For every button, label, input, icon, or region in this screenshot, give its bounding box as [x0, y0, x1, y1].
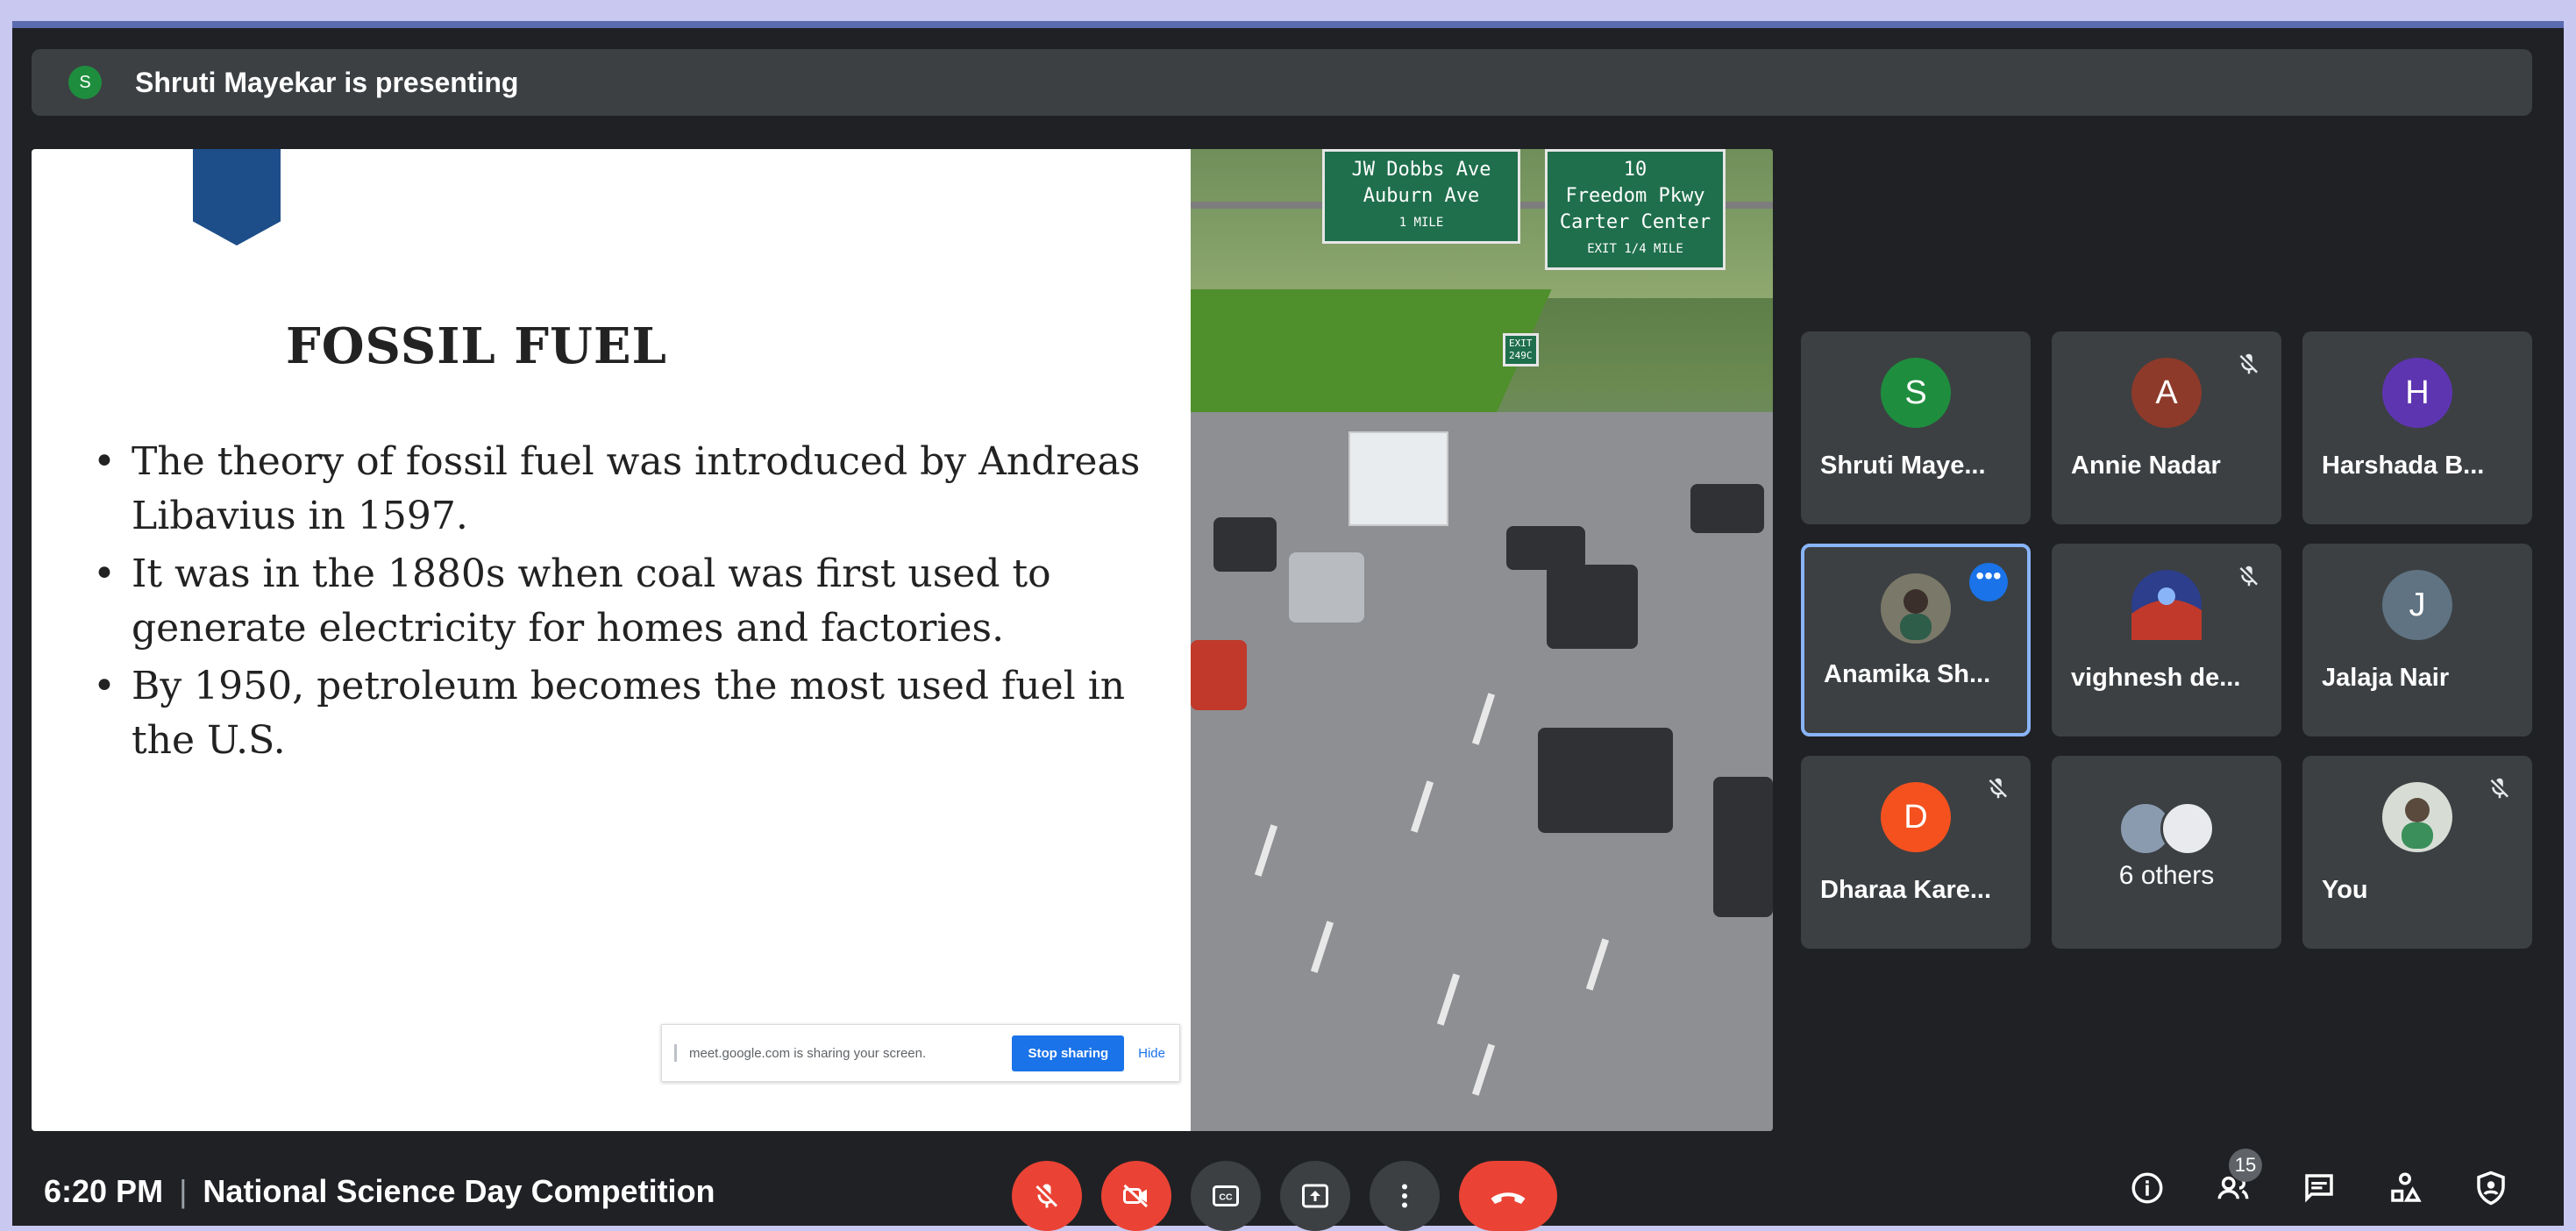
participant-tile[interactable]: H Harshada B...	[2302, 331, 2532, 524]
highway-photo: JW Dobbs Ave Auburn Ave 1 MILE 10 Freedo…	[1191, 149, 1773, 1131]
meeting-details-button[interactable]	[2127, 1168, 2167, 1208]
activities-icon	[2391, 1172, 2422, 1202]
slide-bullet-list: • The theory of fossil fuel was introduce…	[93, 435, 1189, 772]
self-photo-avatar	[2382, 782, 2452, 852]
present-now-button[interactable]	[1280, 1161, 1350, 1231]
mic-toggle-button[interactable]	[1012, 1161, 1082, 1231]
others-label: 6 others	[2118, 861, 2215, 890]
meeting-info: 6:20 PM | National Science Day Competition	[44, 1173, 715, 1210]
participant-name: Annie Nadar	[2071, 452, 2221, 480]
participant-tile[interactable]: D Dharaa Kare...	[1801, 756, 2031, 949]
bottom-bar: 6:20 PM | National Science Day Competition…	[12, 1149, 2564, 1231]
captions-icon: CC	[1213, 1185, 1239, 1206]
mic-off-icon	[2490, 778, 2508, 799]
participant-name: Anamika Sh...	[1824, 660, 1991, 688]
participant-photo-avatar	[2131, 570, 2202, 640]
mic-off-icon	[1989, 778, 2007, 799]
mic-off-icon	[1035, 1184, 1057, 1208]
camera-toggle-button[interactable]	[1101, 1161, 1171, 1231]
drag-handle[interactable]	[674, 1044, 677, 1062]
participant-tile[interactable]: A Annie Nadar	[2052, 331, 2281, 524]
window-top-strip	[12, 21, 2564, 28]
more-options-button[interactable]	[1370, 1161, 1440, 1231]
mic-off-icon	[2239, 353, 2258, 374]
svg-text:CC: CC	[1219, 1192, 1233, 1203]
meeting-side-actions: 15	[2127, 1149, 2511, 1208]
presenting-bar: S Shruti Mayekar is presenting	[32, 49, 2532, 116]
chat-icon	[2305, 1174, 2333, 1203]
people-button[interactable]: 15	[2213, 1149, 2262, 1208]
host-controls-button[interactable]	[2471, 1168, 2511, 1208]
meeting-title: National Science Day Competition	[203, 1173, 715, 1209]
captions-button[interactable]: CC	[1191, 1161, 1261, 1231]
chat-button[interactable]	[2299, 1168, 2339, 1208]
present-icon	[1302, 1184, 1328, 1208]
call-controls: CC	[1012, 1161, 1557, 1231]
participant-name: vighnesh de...	[2071, 664, 2241, 692]
participant-tile-active[interactable]: ••• Anamika Sh...	[1801, 544, 2031, 736]
leave-call-button[interactable]	[1459, 1161, 1557, 1231]
presenting-label: Shruti Mayekar is presenting	[135, 66, 519, 98]
participant-name: Shruti Maye...	[1820, 452, 1986, 480]
exit-sign: EXIT 249C	[1503, 333, 1539, 366]
camera-off-icon	[1123, 1184, 1149, 1208]
participant-photo-avatar	[1881, 573, 1951, 644]
others-avatar-stack	[2118, 801, 2215, 856]
road-sign-left: JW Dobbs Ave Auburn Ave 1 MILE	[1322, 149, 1520, 244]
mic-off-icon	[2239, 566, 2258, 587]
participant-tile-self[interactable]: You	[2302, 756, 2532, 949]
hang-up-icon	[1491, 1192, 1526, 1204]
slide-title: FOSSIL FUEL	[286, 317, 667, 375]
shield-icon	[2477, 1171, 2505, 1206]
participant-avatar: S	[1881, 358, 1951, 428]
meeting-info-separator: |	[179, 1173, 188, 1209]
others-tile[interactable]: 6 others	[2052, 756, 2281, 949]
participant-avatar: H	[2382, 358, 2452, 428]
shared-screen: FOSSIL FUEL • The theory of fossil fuel w…	[32, 149, 1773, 1131]
participant-name: Jalaja Nair	[2322, 664, 2450, 692]
more-options-icon[interactable]: •••	[1969, 563, 2008, 601]
meet-window: S Shruti Mayekar is presenting FOSSIL FU…	[12, 21, 2564, 1231]
slide-bookmark-decoration	[193, 149, 281, 245]
participant-count-badge: 15	[2229, 1149, 2262, 1182]
participant-tile[interactable]: S Shruti Maye...	[1801, 331, 2031, 524]
participant-avatar: A	[2131, 358, 2202, 428]
slide-bullet: • The theory of fossil fuel was introduce…	[93, 439, 1141, 538]
slide-bullet: • By 1950, petroleum becomes the most use…	[93, 664, 1126, 763]
participant-name: You	[2322, 876, 2368, 904]
participant-tile[interactable]: vighnesh de...	[2052, 544, 2281, 736]
share-banner-text: meet.google.com is sharing your screen.	[689, 1045, 927, 1061]
participant-avatar: D	[1881, 782, 1951, 852]
participant-avatar: J	[2382, 570, 2452, 640]
participant-tile[interactable]: J Jalaja Nair	[2302, 544, 2532, 736]
slide-bullet: • It was in the 1880s when coal was first…	[93, 551, 1051, 651]
presenter-avatar: S	[68, 66, 102, 99]
info-icon	[2131, 1172, 2163, 1204]
participant-name: Dharaa Kare...	[1820, 876, 1992, 904]
meeting-time: 6:20 PM	[44, 1173, 164, 1209]
stop-sharing-button[interactable]: Stop sharing	[1012, 1035, 1125, 1071]
participant-name: Harshada B...	[2322, 452, 2485, 480]
hide-banner-link[interactable]: Hide	[1138, 1046, 1165, 1061]
screen-share-banner: meet.google.com is sharing your screen. …	[661, 1024, 1180, 1082]
more-vert-icon	[1402, 1184, 1407, 1208]
road-sign-right: 10 Freedom Pkwy Carter Center EXIT 1/4 M…	[1545, 149, 1726, 270]
activities-button[interactable]	[2385, 1168, 2425, 1208]
